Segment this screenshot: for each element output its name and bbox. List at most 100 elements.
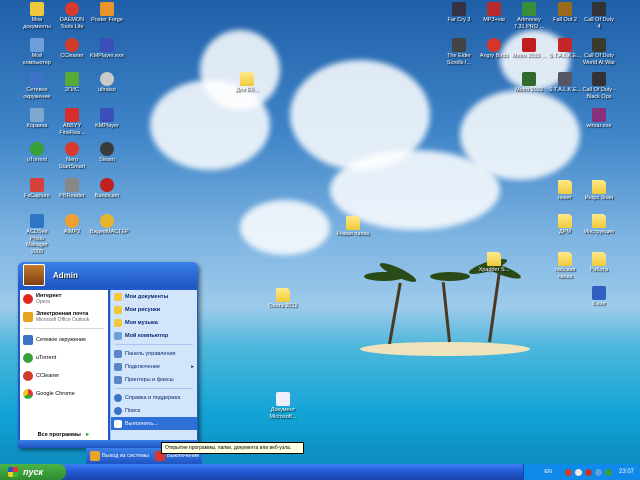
mp3-icon [487,2,501,16]
desktop-icon-stalker-a[interactable]: S.T.A.L.K.E... [548,38,582,60]
desktop-icon-artmoney[interactable]: Artmoney 7.31 PRO ... [512,2,546,30]
icon-label: PBReader [59,193,85,199]
control-panel-icon [114,349,122,358]
farcry-icon [452,2,466,16]
key-icon [90,451,100,461]
right-item-my-music[interactable]: Моя музыка [111,316,197,329]
pinned-email[interactable]: Электронная почта Microsoft Office Outloo… [20,308,108,326]
recent-chrome[interactable]: Google Chrome [20,385,108,403]
folder-icon [276,288,290,302]
desktop-icon-metro-a[interactable]: Metro 2033 ... [512,38,546,60]
desktop-icon-farcry3[interactable]: Far Cry 3 [442,2,476,24]
desktop-folder[interactable]: некит [548,180,582,202]
right-item-help[interactable]: Справка и поддержка [111,391,197,404]
volume-icon[interactable] [594,468,602,476]
desktop-folder[interactable]: Для Еб... [230,72,264,94]
desktop-icon-daemon[interactable]: DAEMON Tools Lite [55,2,89,30]
pictures-icon [114,305,122,314]
start-button[interactable]: пуск [0,464,66,480]
recent-network[interactable]: Сетевое окружение [20,331,108,349]
icon-label: Корзина [26,123,48,129]
logoff-button[interactable]: Выход из системы [90,451,149,461]
desktop-icon-bandicam[interactable]: Bandicam [90,178,124,200]
right-item-printers[interactable]: Принтеры и факсы [111,373,197,386]
desktop-icon-aimp[interactable]: AIMP2 [55,214,89,236]
right-item-my-documents[interactable]: Мои документы [111,290,197,303]
desktop-icon-fallout2[interactable]: Fall Out 2 [548,2,582,24]
desktop-icon-recycle-bin[interactable]: Корзина [20,108,54,130]
ccleaner-icon [23,371,33,381]
desktop-icon-ccleaner[interactable]: CCleaner [55,38,89,60]
desktop-icon-fscapture[interactable]: FsCapture [20,178,54,200]
steam-icon [100,142,114,156]
tray-app-icon[interactable] [584,468,592,476]
right-item-control-panel[interactable]: Панель управления [111,347,197,360]
all-programs-button[interactable]: Все программы ► [20,430,108,440]
tray-app-icon[interactable] [564,468,572,476]
desktop-folder[interactable]: ДРМ [548,214,582,236]
taskbar: пуск EN 23:07 [0,464,640,480]
desktop-icon-network[interactable]: Сетевое окружение [20,72,54,100]
desktop-icon-my-documents[interactable]: Мои документы [20,2,54,30]
start-label: пуск [23,467,44,477]
desktop-icon-angry-birds[interactable]: Angry Birds [477,38,511,60]
start-menu: Admin Интернет Opera Электронная почта Mic… [18,262,198,448]
desktop-icon-help[interactable]: 6.exe [582,286,616,308]
icon-label: Call Of Duty World At War [582,53,616,66]
pinned-internet[interactable]: Интернет Opera [20,290,108,308]
desktop-icon-ultraiso[interactable]: ultraiso [90,72,124,94]
desktop-icon-elder-scrolls[interactable]: The Elder Scrolls I... [442,38,476,66]
folder-icon [558,252,572,266]
desktop-icon-2gis[interactable]: 2ГИС [55,72,89,94]
right-item-connect[interactable]: Подключение ▸ [111,360,197,373]
search-icon [114,406,122,415]
desktop-icon-videomaster[interactable]: ВидеоМАСТЕР [90,214,129,236]
desktop-folder[interactable]: Охота 2012 [266,288,300,310]
desktop-folder[interactable]: Инструкция [582,214,616,236]
desktop-icon-pbreader[interactable]: PBReader [55,178,89,200]
icon-label: Новая папка [336,231,370,237]
desktop-icon-stalker[interactable]: S.T.A.L.K.E... [548,72,582,94]
artmoney-icon [522,2,536,16]
recent-ccleaner[interactable]: CCleaner [20,367,108,385]
right-item-my-pictures[interactable]: Мои рисунки [111,303,197,316]
right-item-search[interactable]: Поиск [111,404,197,417]
tray-app-icon[interactable] [604,468,612,476]
item-label: Сетевое окружение [36,337,87,343]
avatar[interactable] [23,264,45,286]
desktop-icon-kmplayer[interactable]: KMPlayer [90,108,124,130]
desktop-icon-winrar[interactable]: winrar.exe [582,108,616,130]
separator [115,344,193,345]
desktop-icon-poster-forge[interactable]: Poster Forge [90,2,124,24]
desktop-icon-nero[interactable]: Nero StartSmart [55,142,89,170]
desktop-icon-abbyy[interactable]: ABBYY FineRea... [55,108,89,136]
desktop-folder[interactable]: Работа [582,252,616,274]
desktop-icon-document[interactable]: Документ Microsoft... [266,392,300,420]
desktop-icon-acdsee[interactable]: ACDSee Photo Manager 2009 [20,214,54,255]
help-icon [114,393,122,402]
desktop-folder[interactable]: Новая папка [336,216,370,238]
icon-label: ACDSee Photo Manager 2009 [26,229,48,255]
desktop-folder[interactable]: Инфо Знан [582,180,616,202]
icon-label: AIMP2 [63,229,81,235]
desktop-icon-cod-bo[interactable]: Call Of Duty - Black Ops [582,72,616,100]
desktop-icon-kmplayer-exe[interactable]: KMPlayer.exe [90,38,124,60]
desktop-folder[interactable]: Xpadder S... [477,252,511,274]
desktop-icon-mp3[interactable]: MP3+vai [477,2,511,24]
right-item-my-computer[interactable]: Мой компьютер [111,329,197,342]
desktop-folder[interactable]: лабская папка [548,252,582,280]
desktop-icon-cod4[interactable]: Call Of Duty 4 [582,2,616,30]
desktop-icon-steam[interactable]: Steam [90,142,124,164]
tray-app-icon[interactable] [574,468,582,476]
icon-label: Call Of Duty 4 [584,17,614,30]
poster-forge-icon [100,2,114,16]
language-indicator[interactable]: EN [544,469,552,475]
desktop-icon-utorrent[interactable]: uTorrent [20,142,54,164]
clock[interactable]: 23:07 [619,469,634,475]
desktop-icon-cod-waw[interactable]: Call Of Duty World At War [582,38,616,66]
right-item-run[interactable]: Выполнить... [111,417,197,430]
icon-label: Охота 2012 [268,303,298,309]
recent-utorrent[interactable]: uTorrent [20,349,108,367]
desktop-icon-my-computer[interactable]: Мой компьютер [20,38,54,66]
desktop-icon-metro[interactable]: Metro 2033 [512,72,546,94]
